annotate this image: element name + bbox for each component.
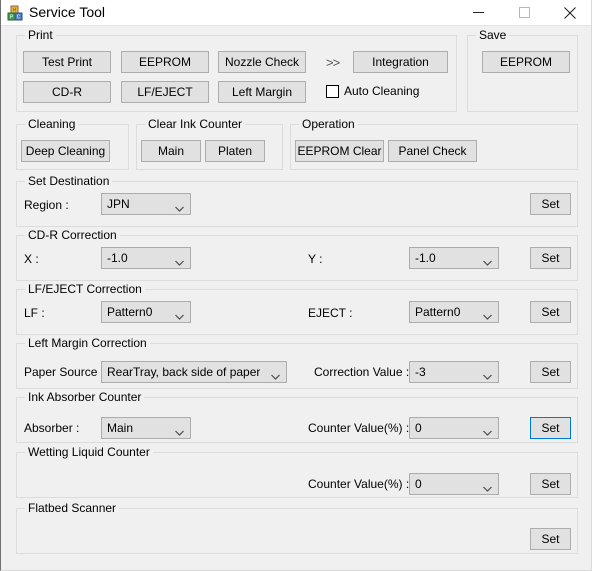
cdr-y-select[interactable]: -1.0 xyxy=(409,247,499,269)
lf-select[interactable]: Pattern0 xyxy=(101,301,191,323)
absorber-value: Main xyxy=(107,421,134,435)
maximize-button[interactable] xyxy=(501,0,547,25)
paper-source-value: RearTray, back side of paper xyxy=(107,365,261,379)
cdr-x-label: X : xyxy=(24,252,39,266)
chevron-down-icon xyxy=(483,481,492,492)
group-flatbed-scanner: Flatbed Scanner xyxy=(16,501,578,554)
chevron-down-icon xyxy=(271,369,280,380)
deep-cleaning-button[interactable]: Deep Cleaning xyxy=(21,140,110,162)
blocks-icon: H P C xyxy=(7,5,23,21)
group-ink-absorber-counter-legend: Ink Absorber Counter xyxy=(25,390,145,404)
wetting-counter-value-label: Counter Value(%) : xyxy=(308,477,410,491)
ink-absorber-counter-set-button[interactable]: Set xyxy=(530,417,571,439)
cdr-x-select[interactable]: -1.0 xyxy=(101,247,191,269)
chevron-down-icon xyxy=(483,309,492,320)
chevron-down-icon xyxy=(175,255,184,266)
group-operation-legend: Operation xyxy=(299,117,358,131)
chevron-down-icon xyxy=(175,201,184,212)
cdr-correction-set-button[interactable]: Set xyxy=(530,247,571,269)
absorber-select[interactable]: Main xyxy=(101,417,191,439)
close-icon xyxy=(564,6,576,19)
wetting-counter-value-select[interactable]: 0 xyxy=(409,473,499,495)
group-cleaning-legend: Cleaning xyxy=(25,117,79,131)
cdr-y-value: -1.0 xyxy=(415,251,436,265)
title-bar: H P C Service Tool xyxy=(1,0,591,26)
flatbed-scanner-set-button[interactable]: Set xyxy=(530,528,571,550)
nozzle-check-button[interactable]: Nozzle Check xyxy=(218,51,306,73)
chevron-down-icon xyxy=(483,425,492,436)
test-print-button[interactable]: Test Print xyxy=(23,51,111,73)
group-set-destination-legend: Set Destination xyxy=(25,174,113,188)
set-destination-set-button[interactable]: Set xyxy=(530,193,571,215)
region-value: JPN xyxy=(107,197,130,211)
cdr-y-label: Y : xyxy=(308,252,323,266)
lf-eject-correction-set-button[interactable]: Set xyxy=(530,301,571,323)
correction-value: -3 xyxy=(415,365,426,379)
chevron-down-icon xyxy=(483,369,492,380)
lf-value: Pattern0 xyxy=(107,305,153,319)
panel-check-button[interactable]: Panel Check xyxy=(388,140,477,162)
paper-source-label: Paper Source : xyxy=(24,365,105,379)
ink-absorber-counter-value: 0 xyxy=(415,421,422,435)
lf-label: LF : xyxy=(24,306,45,320)
group-print-legend: Print xyxy=(25,28,56,42)
wetting-counter-value: 0 xyxy=(415,477,422,491)
clear-ink-platen-button[interactable]: Platen xyxy=(205,140,265,162)
group-save-legend: Save xyxy=(476,28,510,42)
window-title: Service Tool xyxy=(29,4,106,20)
left-margin-correction-set-button[interactable]: Set xyxy=(530,361,571,383)
eject-value: Pattern0 xyxy=(415,305,461,319)
region-label: Region : xyxy=(24,198,69,212)
close-button[interactable] xyxy=(547,0,591,25)
left-margin-button[interactable]: Left Margin xyxy=(218,81,306,103)
group-cdr-correction-legend: CD-R Correction xyxy=(25,228,120,242)
group-lf-eject-correction-legend: LF/EJECT Correction xyxy=(25,282,145,296)
minimize-button[interactable] xyxy=(455,0,501,25)
lf-eject-button[interactable]: LF/EJECT xyxy=(121,81,209,103)
paper-source-select[interactable]: RearTray, back side of paper xyxy=(101,361,287,383)
group-clear-ink-counter-legend: Clear Ink Counter xyxy=(145,117,246,131)
integration-button[interactable]: Integration xyxy=(353,51,448,73)
cdr-x-value: -1.0 xyxy=(107,251,128,265)
eject-label: EJECT : xyxy=(308,306,353,320)
region-select[interactable]: JPN xyxy=(101,193,191,215)
eject-select[interactable]: Pattern0 xyxy=(409,301,499,323)
wetting-liquid-counter-set-button[interactable]: Set xyxy=(530,473,571,495)
svg-text:C: C xyxy=(17,15,21,21)
absorber-label: Absorber : xyxy=(24,421,80,435)
ink-absorber-counter-value-label: Counter Value(%) : xyxy=(308,421,410,435)
auto-cleaning-label: Auto Cleaning xyxy=(344,84,420,98)
maximize-icon xyxy=(518,7,530,18)
print-eeprom-button[interactable]: EEPROM xyxy=(121,51,209,73)
save-eeprom-button[interactable]: EEPROM xyxy=(482,51,570,73)
ink-absorber-counter-value-select[interactable]: 0 xyxy=(409,417,499,439)
clear-ink-main-button[interactable]: Main xyxy=(141,140,201,162)
chevron-down-icon xyxy=(483,255,492,266)
group-flatbed-scanner-legend: Flatbed Scanner xyxy=(25,501,120,515)
auto-cleaning-checkbox[interactable]: Auto Cleaning xyxy=(326,84,419,98)
service-tool-window: H P C Service Tool Print Test Print EEPR… xyxy=(0,0,592,571)
checkbox-box-icon xyxy=(326,84,339,98)
chevron-down-icon xyxy=(175,425,184,436)
chevron-right-icon: >> xyxy=(326,55,340,70)
minimize-icon xyxy=(472,12,484,13)
group-left-margin-correction-legend: Left Margin Correction xyxy=(25,336,150,350)
chevron-down-icon xyxy=(175,309,184,320)
correction-value-select[interactable]: -3 xyxy=(409,361,499,383)
cdr-button[interactable]: CD-R xyxy=(23,81,111,103)
group-wetting-liquid-counter-legend: Wetting Liquid Counter xyxy=(25,445,153,459)
correction-value-label: Correction Value : xyxy=(314,365,410,379)
group-save: Save xyxy=(467,28,578,112)
eeprom-clear-button[interactable]: EEPROM Clear xyxy=(295,140,384,162)
